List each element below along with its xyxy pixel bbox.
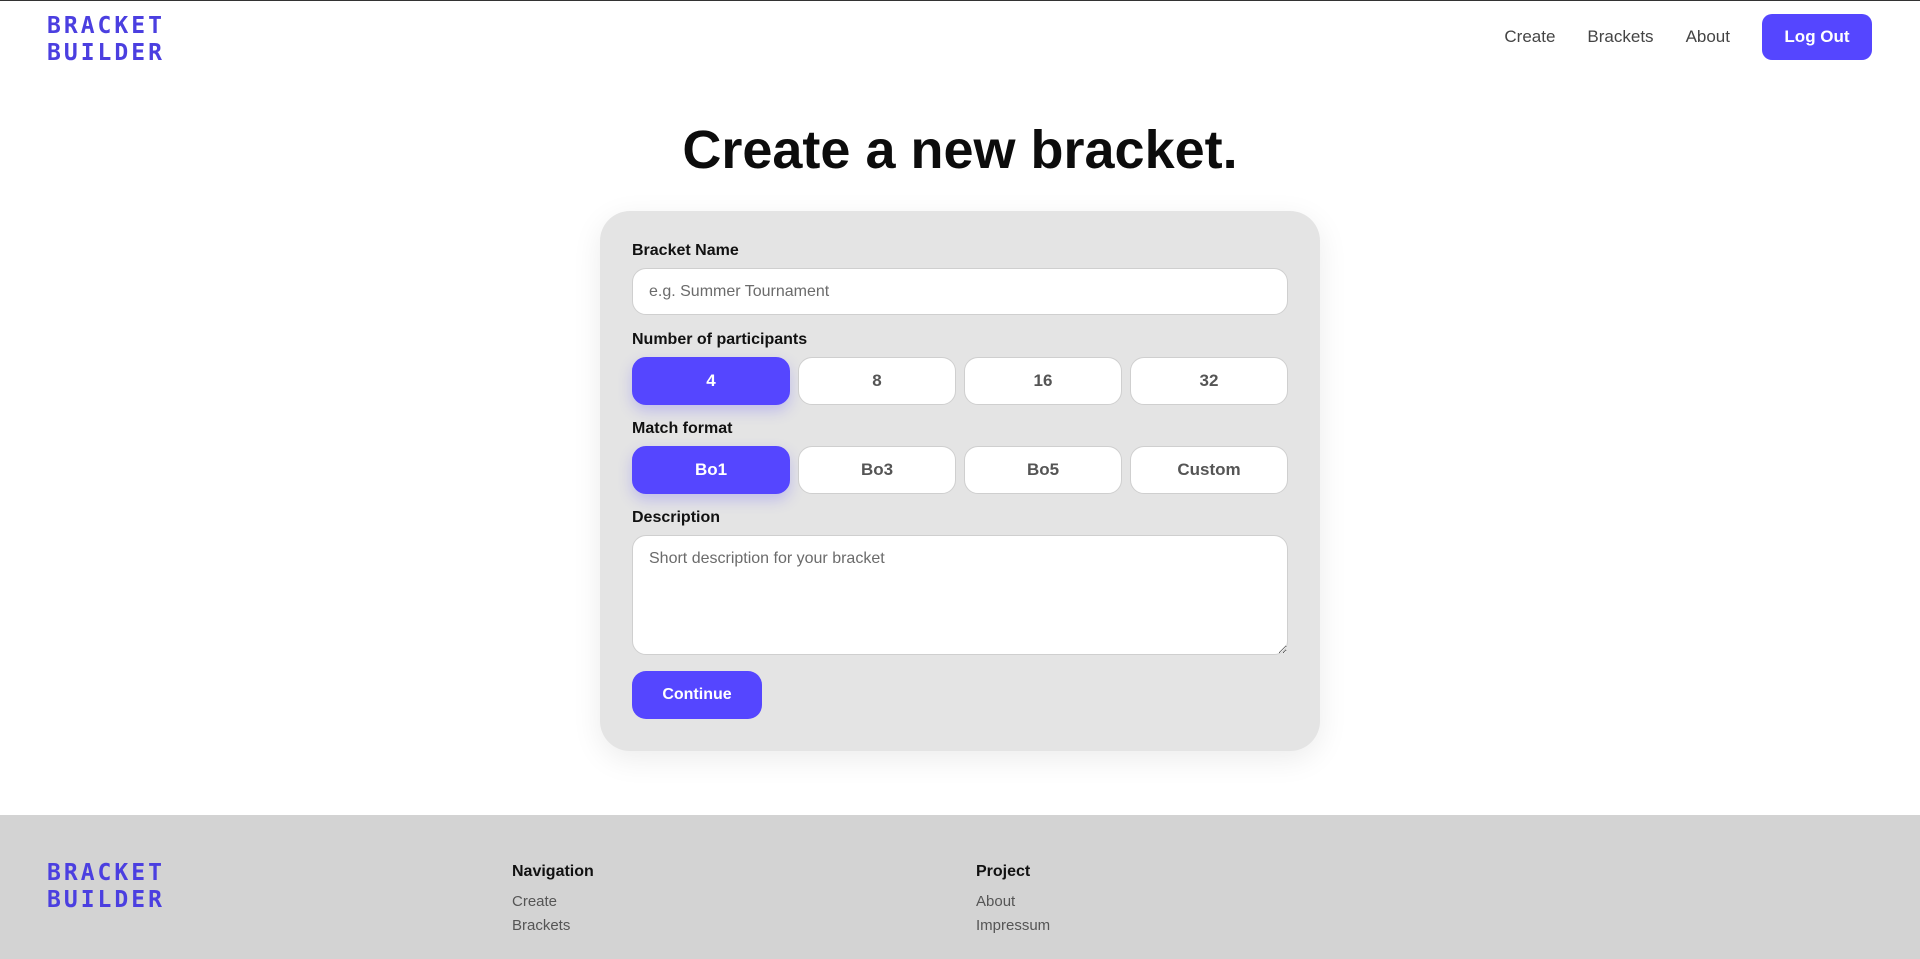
description-textarea[interactable]	[632, 535, 1288, 655]
format-option-bo1[interactable]: Bo1	[632, 446, 790, 494]
page-title: Create a new bracket.	[682, 120, 1238, 180]
match-format-options: Bo1 Bo3 Bo5 Custom	[632, 446, 1288, 494]
footer-logo[interactable]: BRACKET BUILDER	[47, 860, 165, 914]
site-footer: BRACKET BUILDER Navigation Create Bracke…	[0, 815, 1920, 959]
nav-link-brackets[interactable]: Brackets	[1587, 27, 1653, 47]
site-header: BRACKET BUILDER Create Brackets About Lo…	[0, 1, 1920, 73]
logout-button[interactable]: Log Out	[1762, 14, 1872, 60]
bracket-name-input[interactable]	[632, 268, 1288, 315]
continue-button[interactable]: Continue	[632, 671, 762, 719]
participants-option-32[interactable]: 32	[1130, 357, 1288, 405]
participants-option-4[interactable]: 4	[632, 357, 790, 405]
main-nav: Create Brackets About Log Out	[1504, 14, 1872, 60]
footer-logo-line-1: BRACKET	[47, 860, 165, 886]
footer-navigation: Navigation Create Brackets	[512, 863, 594, 941]
description-label: Description	[632, 509, 721, 526]
format-option-bo5[interactable]: Bo5	[964, 446, 1122, 494]
footer-link-brackets[interactable]: Brackets	[512, 917, 594, 934]
footer-project-heading: Project	[976, 863, 1031, 880]
format-option-custom[interactable]: Custom	[1130, 446, 1288, 494]
nav-link-about[interactable]: About	[1686, 27, 1730, 47]
participants-option-8[interactable]: 8	[798, 357, 956, 405]
logo-line-2: BUILDER	[47, 40, 165, 66]
footer-link-about[interactable]: About	[976, 893, 1050, 910]
format-option-bo3[interactable]: Bo3	[798, 446, 956, 494]
participants-option-16[interactable]: 16	[964, 357, 1122, 405]
footer-link-create[interactable]: Create	[512, 893, 594, 910]
footer-logo-line-2: BUILDER	[47, 887, 165, 913]
footer-project: Project About Impressum	[976, 863, 1050, 941]
participants-options: 4 8 16 32	[632, 357, 1288, 405]
logo-line-1: BRACKET	[47, 13, 165, 39]
participants-label: Number of participants	[632, 331, 808, 348]
nav-link-create[interactable]: Create	[1504, 27, 1555, 47]
bracket-name-label: Bracket Name	[632, 242, 739, 259]
create-bracket-form: Bracket Name Number of participants 4 8 …	[600, 211, 1320, 751]
match-format-label: Match format	[632, 420, 733, 437]
footer-link-impressum[interactable]: Impressum	[976, 917, 1050, 934]
logo[interactable]: BRACKET BUILDER	[47, 13, 165, 67]
footer-navigation-heading: Navigation	[512, 863, 594, 880]
